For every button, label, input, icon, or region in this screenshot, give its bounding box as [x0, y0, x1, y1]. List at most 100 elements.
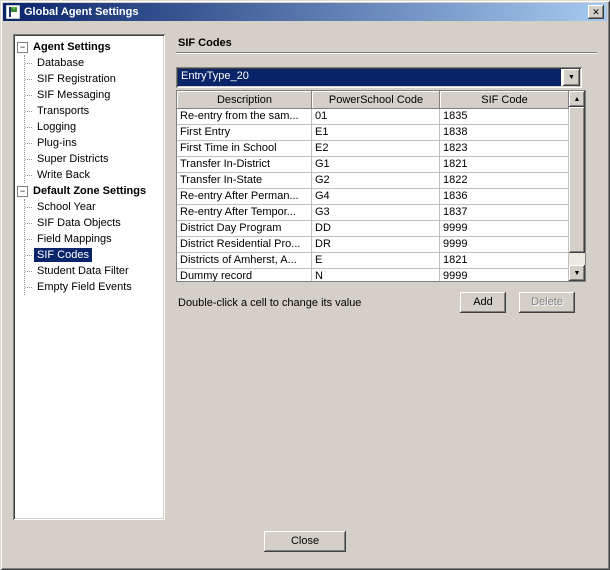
table-cell[interactable]: E [312, 253, 440, 269]
table-cell[interactable]: District Residential Pro... [177, 237, 312, 253]
table-cell[interactable]: G3 [312, 205, 440, 221]
tree-node-default-zone-settings[interactable]: −Default Zone Settings [16, 183, 163, 199]
titlebar-close-button[interactable]: ✕ [588, 5, 604, 19]
table-row[interactable]: Dummy recordN9999 [177, 269, 569, 281]
tree-section: −Agent SettingsDatabaseSIF RegistrationS… [16, 39, 163, 183]
hint-text: Double-click a cell to change its value [178, 297, 361, 309]
sif-codes-table: DescriptionPowerSchool CodeSIF Code Re-e… [176, 90, 586, 282]
tree-item-write-back[interactable]: Write Back [25, 167, 163, 183]
table-row[interactable]: Re-entry After Perman...G41836 [177, 189, 569, 205]
table-row[interactable]: Transfer In-StateG21822 [177, 173, 569, 189]
code-set-combobox[interactable]: EntryType_20 ▼ [176, 67, 582, 88]
table-cell[interactable]: G1 [312, 157, 440, 173]
table-row[interactable]: Transfer In-DistrictG11821 [177, 157, 569, 173]
table-cell[interactable]: E1 [312, 125, 440, 141]
close-button[interactable]: Close [264, 531, 346, 552]
table-row[interactable]: District Day ProgramDD9999 [177, 221, 569, 237]
tree-node-agent-settings[interactable]: −Agent Settings [16, 39, 163, 55]
table-row[interactable]: First EntryE11838 [177, 125, 569, 141]
table-cell[interactable]: Transfer In-State [177, 173, 312, 189]
table-cell[interactable]: N [312, 269, 440, 281]
tree-item-sif-messaging[interactable]: SIF Messaging [25, 87, 163, 103]
tree-item-logging[interactable]: Logging [25, 119, 163, 135]
tree-item-sif-data-objects[interactable]: SIF Data Objects [25, 215, 163, 231]
table-cell[interactable]: 1837 [440, 205, 569, 221]
table-cell[interactable]: 9999 [440, 221, 569, 237]
table-cell[interactable]: Transfer In-District [177, 157, 312, 173]
tree-item-sif-registration[interactable]: SIF Registration [25, 71, 163, 87]
delete-button: Delete [519, 292, 575, 313]
column-header-powerschool-code[interactable]: PowerSchool Code [312, 91, 440, 109]
table-cell[interactable]: DD [312, 221, 440, 237]
table-cell[interactable]: 1838 [440, 125, 569, 141]
titlebar[interactable]: Global Agent Settings ✕ [3, 3, 607, 21]
table-cell[interactable]: 1835 [440, 109, 569, 125]
arrow-down-icon: ▼ [574, 270, 581, 277]
table-cell[interactable]: 1822 [440, 173, 569, 189]
table-row[interactable]: Re-entry After Tempor...G31837 [177, 205, 569, 221]
table-header-row: DescriptionPowerSchool CodeSIF Code [177, 91, 569, 109]
tree-children: School YearSIF Data ObjectsField Mapping… [24, 199, 163, 295]
tree-item-field-mappings[interactable]: Field Mappings [25, 231, 163, 247]
scroll-down-button[interactable]: ▼ [569, 265, 585, 281]
table-cell[interactable]: DR [312, 237, 440, 253]
table-cell[interactable]: 1821 [440, 253, 569, 269]
tree-item-label: Empty Field Events [34, 280, 135, 294]
collapse-icon[interactable]: − [17, 42, 28, 53]
tree-connector [25, 175, 32, 176]
app-icon [6, 5, 20, 19]
tree-item-school-year[interactable]: School Year [25, 199, 163, 215]
collapse-icon[interactable]: − [17, 186, 28, 197]
tree-item-label: Super Districts [34, 152, 112, 166]
table-cell[interactable]: 1823 [440, 141, 569, 157]
table-cell[interactable]: Dummy record [177, 269, 312, 281]
table-cell[interactable]: 9999 [440, 237, 569, 253]
combobox-value: EntryType_20 [178, 69, 561, 86]
table-cell[interactable]: First Time in School [177, 141, 312, 157]
tree-item-label: School Year [34, 200, 99, 214]
table-cell[interactable]: 9999 [440, 269, 569, 281]
tree-section-label: Default Zone Settings [31, 185, 148, 197]
table-row[interactable]: Re-entry from the sam...011835 [177, 109, 569, 125]
tree-item-student-data-filter[interactable]: Student Data Filter [25, 263, 163, 279]
tree-item-plug-ins[interactable]: Plug-ins [25, 135, 163, 151]
heading-divider [176, 52, 597, 54]
tree-item-database[interactable]: Database [25, 55, 163, 71]
table-cell[interactable]: Districts of Amherst, A... [177, 253, 312, 269]
tree-item-label: Write Back [34, 168, 93, 182]
tree-connector [25, 111, 32, 112]
table-cell[interactable]: First Entry [177, 125, 312, 141]
scroll-up-button[interactable]: ▲ [569, 91, 585, 107]
table-cell[interactable]: Re-entry After Perman... [177, 189, 312, 205]
combobox-dropdown-button[interactable]: ▼ [563, 69, 580, 86]
tree-section-label: Agent Settings [31, 41, 113, 53]
table-scrollbar[interactable]: ▲ ▼ [569, 91, 585, 281]
table-cell[interactable]: 1836 [440, 189, 569, 205]
add-button[interactable]: Add [460, 292, 506, 313]
scrollbar-thumb[interactable] [569, 107, 585, 253]
tree-item-label: SIF Registration [34, 72, 119, 86]
tree-connector [25, 287, 32, 288]
table-row[interactable]: Districts of Amherst, A...E1821 [177, 253, 569, 269]
tree-item-sif-codes[interactable]: SIF Codes [25, 247, 163, 263]
global-agent-settings-dialog: Global Agent Settings ✕ −Agent SettingsD… [0, 0, 610, 570]
table-cell[interactable]: 1821 [440, 157, 569, 173]
table-cell[interactable]: 01 [312, 109, 440, 125]
arrow-up-icon: ▲ [574, 96, 581, 103]
column-header-description[interactable]: Description [177, 91, 312, 109]
table-row[interactable]: District Residential Pro...DR9999 [177, 237, 569, 253]
tree-item-empty-field-events[interactable]: Empty Field Events [25, 279, 163, 295]
column-header-sif-code[interactable]: SIF Code [440, 91, 569, 109]
tree-item-transports[interactable]: Transports [25, 103, 163, 119]
tree-connector [25, 127, 32, 128]
tree-item-label: Transports [34, 104, 92, 118]
table-row[interactable]: First Time in SchoolE21823 [177, 141, 569, 157]
table-cell[interactable]: District Day Program [177, 221, 312, 237]
table-cell[interactable]: Re-entry After Tempor... [177, 205, 312, 221]
table-cell[interactable]: G2 [312, 173, 440, 189]
table-cell[interactable]: E2 [312, 141, 440, 157]
table-cell[interactable]: G4 [312, 189, 440, 205]
table-cell[interactable]: Re-entry from the sam... [177, 109, 312, 125]
tree-item-super-districts[interactable]: Super Districts [25, 151, 163, 167]
tree-item-label: Field Mappings [34, 232, 115, 246]
